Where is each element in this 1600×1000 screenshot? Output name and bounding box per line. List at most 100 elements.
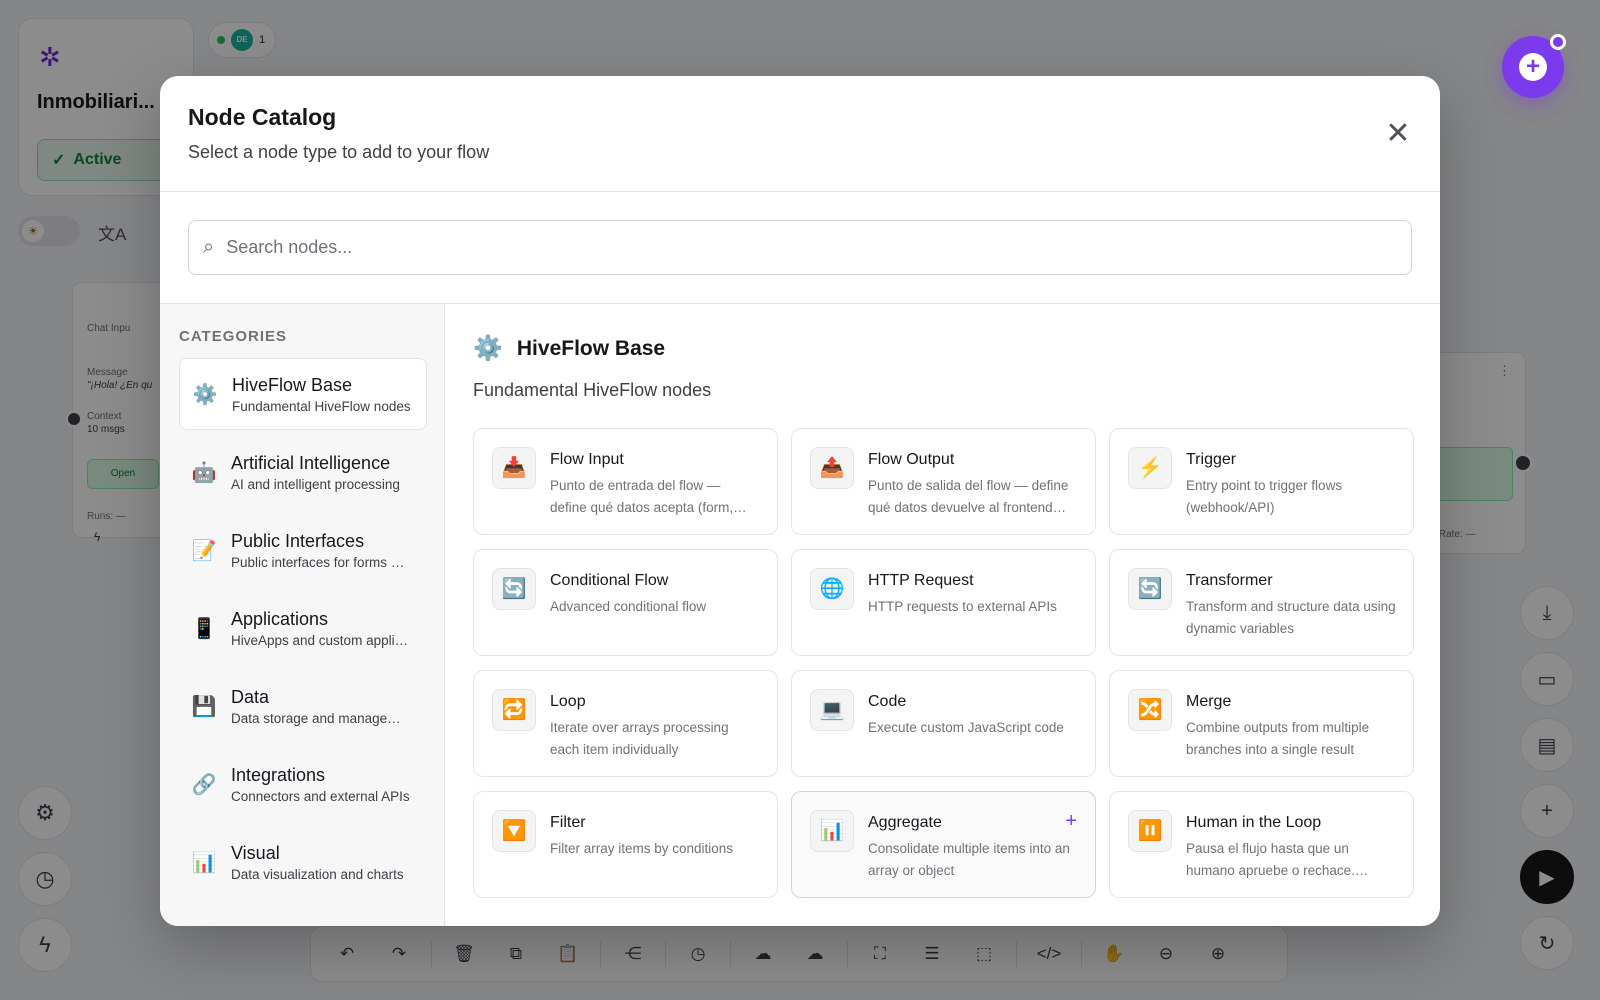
node-card[interactable]: 📊 Aggregate Consolidate multiple items int…: [791, 791, 1096, 898]
node-list-panel: ⚙️ HiveFlow Base Fundamental HiveFlow no…: [445, 304, 1440, 926]
node-desc: Execute custom JavaScript code: [868, 720, 1064, 735]
category-icon: 🤖: [191, 461, 217, 484]
node-name: Conditional Flow: [550, 572, 669, 589]
node-icon: 📊: [810, 810, 854, 852]
modal-subtitle: Select a node type to add to your flow: [188, 142, 490, 162]
categories-heading: CATEGORIES: [179, 328, 288, 345]
node-desc: Combine outputs from multiple branches i…: [1186, 720, 1370, 757]
node-card[interactable]: 🌐 HTTP Request HTTP requests to external A…: [791, 549, 1096, 656]
node-name: Trigger: [1186, 451, 1237, 468]
categories-sidebar: CATEGORIES ⚙️ HiveFlow Base Fundamental Hi…: [160, 304, 445, 926]
add-node-icon[interactable]: +: [1065, 810, 1077, 833]
node-card[interactable]: 🔄 Conditional Flow Advanced conditional fl…: [473, 549, 778, 656]
node-icon: ⏸️: [1128, 810, 1172, 852]
node-name: Human in the Loop: [1186, 814, 1322, 831]
node-icon: 🔽: [492, 810, 536, 852]
modal-title: Node Catalog: [188, 104, 337, 130]
category-desc: Data visualization and charts: [231, 866, 404, 882]
category-text: Integrations Connectors and external APIs: [231, 765, 411, 804]
search-icon: ⌕: [203, 236, 215, 258]
category-item[interactable]: 📱 Applications HiveApps and custom applica…: [179, 592, 427, 664]
node-name: Flow Output: [868, 451, 955, 468]
category-icon: ⚙️: [192, 383, 218, 406]
category-name: Applications: [231, 608, 329, 629]
category-item[interactable]: 🤖 Artificial Intelligence AI and intellige…: [179, 436, 427, 508]
category-name: Data: [231, 686, 270, 707]
node-card[interactable]: ⏸️ Human in the Loop Pausa el flujo hasta …: [1109, 791, 1414, 898]
section-title: HiveFlow Base: [516, 336, 666, 360]
node-name: Code: [868, 693, 907, 710]
category-icon: 📊: [191, 851, 217, 874]
category-text: Applications HiveApps and custom applicat…: [231, 609, 411, 648]
node-icon: 🌐: [810, 568, 854, 610]
node-name: Transformer: [1186, 572, 1273, 589]
category-desc: AI and intelligent processing: [231, 476, 400, 492]
search-box[interactable]: ⌕: [188, 220, 1412, 275]
node-card[interactable]: 📤 Flow Output Punto de salida del flow — d…: [791, 428, 1096, 535]
search-section: ⌕: [160, 192, 1440, 304]
add-node-button[interactable]: +: [1502, 34, 1566, 98]
category-text: Artificial Intelligence AI and intelligen…: [231, 453, 411, 492]
category-icon: 📱: [191, 617, 217, 640]
node-name: Filter: [550, 814, 586, 831]
node-desc: Entry point to trigger flows (webhook/AP…: [1186, 478, 1343, 515]
node-icon: 🔁: [492, 689, 536, 731]
node-catalog-modal: Node Catalog Select a node type to add t…: [160, 76, 1440, 926]
node-desc: Transform and structure data using dynam…: [1186, 599, 1396, 636]
node-desc: Pausa el flujo hasta que un humano aprue…: [1186, 841, 1369, 878]
category-item[interactable]: ⚙️ HiveFlow Base Fundamental HiveFlow node…: [179, 358, 427, 430]
node-desc: Advanced conditional flow: [550, 599, 707, 614]
category-name: Artificial Intelligence: [231, 452, 391, 473]
category-item[interactable]: 📝 Public Interfaces Public interfaces for …: [179, 514, 427, 586]
node-card[interactable]: 🔀 Merge Combine outputs from multiple bran…: [1109, 670, 1414, 777]
category-text: Public Interfaces Public interfaces for f…: [231, 531, 411, 570]
category-desc: Connectors and external APIs: [231, 788, 410, 804]
node-card[interactable]: 📥 Flow Input Punto de entrada del flow — d…: [473, 428, 778, 535]
category-name: Public Interfaces: [231, 530, 365, 551]
modal-header: Node Catalog Select a node type to add t…: [160, 76, 1440, 192]
node-card[interactable]: 💻 Code Execute custom JavaScript code: [791, 670, 1096, 777]
node-name: Merge: [1186, 693, 1232, 710]
node-name: Flow Input: [550, 451, 624, 468]
category-text: Data Data storage and management: [231, 687, 411, 726]
category-item[interactable]: 💾 Data Data storage and management: [179, 670, 427, 742]
node-card[interactable]: ⚡ Trigger Entry point to trigger flows (we…: [1109, 428, 1414, 535]
category-item[interactable]: 🔗 Integrations Connectors and external API…: [179, 748, 427, 820]
node-icon: 💻: [810, 689, 854, 731]
category-icon: 🔗: [191, 773, 217, 796]
node-desc: Punto de entrada del flow — define qué d…: [550, 478, 747, 515]
node-desc: Filter array items by conditions: [550, 841, 734, 856]
node-icon: ⚡: [1128, 447, 1172, 489]
node-name: Aggregate: [868, 814, 942, 831]
node-icon: 🔀: [1128, 689, 1172, 731]
node-desc: Punto de salida del flow — define qué da…: [868, 478, 1069, 515]
search-input[interactable]: [226, 237, 1377, 258]
node-grid: 📥 Flow Input Punto de entrada del flow — d…: [473, 428, 1414, 898]
category-icon: 📝: [191, 539, 217, 562]
category-list: ⚙️ HiveFlow Base Fundamental HiveFlow node…: [179, 358, 427, 926]
category-icon: 💾: [191, 695, 217, 718]
node-name: HTTP Request: [868, 572, 974, 589]
category-item[interactable]: 📊 Visual Data visualization and charts: [179, 826, 427, 898]
section-header: ⚙️ HiveFlow Base: [473, 334, 665, 363]
category-name: Visual: [231, 842, 280, 863]
category-item[interactable]: Busi: [179, 904, 427, 926]
node-card[interactable]: 🔄 Transformer Transform and structure data…: [1109, 549, 1414, 656]
category-desc: Fundamental HiveFlow nodes: [232, 398, 411, 414]
close-icon[interactable]: ✕: [1380, 116, 1416, 152]
node-icon: 🔄: [1128, 568, 1172, 610]
gear-icon: ⚙️: [473, 335, 503, 362]
node-desc: HTTP requests to external APIs: [868, 599, 1057, 614]
node-icon: 🔄: [492, 568, 536, 610]
notification-dot: [1550, 34, 1566, 50]
node-desc: Consolidate multiple items into an array…: [868, 841, 1070, 878]
category-name: Integrations: [231, 764, 326, 785]
node-card[interactable]: 🔽 Filter Filter array items by conditions: [473, 791, 778, 898]
section-subtitle: Fundamental HiveFlow nodes: [473, 380, 712, 400]
category-desc: Public interfaces for forms and pages: [231, 554, 411, 570]
category-desc: HiveApps and custom applications: [231, 632, 411, 648]
category-text: HiveFlow Base Fundamental HiveFlow nodes: [232, 375, 412, 414]
plus-icon: +: [1519, 53, 1547, 81]
node-card[interactable]: 🔁 Loop Iterate over arrays processing each…: [473, 670, 778, 777]
category-name: HiveFlow Base: [232, 374, 353, 395]
